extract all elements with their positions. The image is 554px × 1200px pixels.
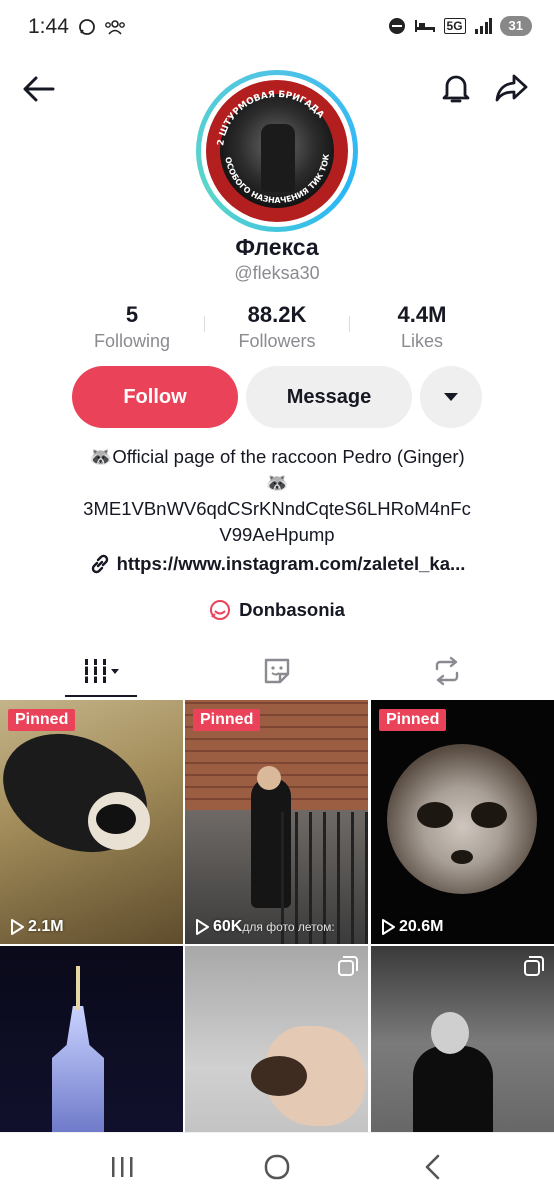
pinned-badge: Pinned — [8, 709, 76, 731]
bio-line: 🦝Official page of the raccoon Pedro (Gin… — [89, 446, 465, 467]
battery-indicator: 31 — [499, 16, 532, 36]
bio-line: 3ME1VBnWV6qdCSrKNndCqteS6LHRoM4nFc — [83, 498, 471, 519]
share-button[interactable] — [492, 68, 532, 108]
likes-count: 4.4M — [397, 302, 447, 327]
community-icon — [210, 600, 231, 620]
recent-apps-button[interactable] — [102, 1151, 142, 1183]
bell-icon — [442, 75, 470, 103]
sleep-bed-icon — [414, 20, 435, 32]
profile-stats: 5 Following 88.2K Followers 4.4M Likes — [60, 302, 494, 352]
play-icon — [382, 919, 395, 935]
tab-stickers[interactable] — [185, 644, 369, 698]
follow-button[interactable]: Follow — [72, 366, 238, 428]
multi-photo-icon — [338, 956, 358, 976]
bio-line: 🦝 — [265, 472, 289, 493]
bio-line: V99AeHpump — [219, 524, 335, 545]
system-back-button[interactable] — [413, 1151, 453, 1183]
network-type: 5G — [443, 18, 466, 34]
display-name: Флекса — [235, 234, 319, 260]
active-tab-indicator — [65, 695, 137, 697]
status-bar: 1:44 5G 31 — [0, 0, 554, 54]
pinned-badge: Pinned — [379, 709, 447, 731]
bio: 🦝Official page of the raccoon Pedro (Gin… — [20, 444, 534, 548]
play-icon — [196, 919, 209, 935]
pinned-badge: Pinned — [193, 709, 261, 731]
chevron-left-icon — [425, 1154, 440, 1180]
notification-button[interactable] — [436, 68, 476, 108]
view-count: 20.6M — [381, 918, 443, 936]
home-button[interactable] — [257, 1151, 297, 1183]
followers-count: 88.2K — [247, 302, 307, 327]
caret-down-icon — [444, 393, 458, 401]
chat-bubble-icon — [79, 19, 95, 35]
suggested-accounts-button[interactable] — [420, 366, 482, 428]
avatar-image: 2 ШТУРМОВАЯ БРИГАДА ОСОБОГО НАЗНАЧЕНИЯ Т… — [206, 80, 348, 222]
signal-icon — [474, 18, 492, 34]
stat-following[interactable]: 5 Following — [60, 302, 204, 352]
back-button[interactable] — [20, 70, 58, 108]
home-circle-icon — [264, 1154, 290, 1180]
community-name: Donbasonia — [239, 599, 345, 620]
tab-videos[interactable] — [10, 644, 194, 698]
followers-label: Followers — [238, 331, 316, 351]
message-button[interactable]: Message — [246, 366, 412, 428]
repost-icon — [435, 656, 459, 686]
system-navigation-bar — [0, 1132, 554, 1200]
profile-tabs — [0, 644, 554, 700]
following-count: 5 — [125, 302, 139, 327]
likes-label: Likes — [400, 331, 444, 351]
recent-apps-icon — [112, 1157, 133, 1177]
svg-text:2 ШТУРМОВАЯ БРИГАДА: 2 ШТУРМОВАЯ БРИГАДА — [216, 90, 325, 146]
group-icon — [105, 20, 125, 35]
video-thumbnail[interactable]: Pinned 20.6M — [371, 700, 554, 944]
share-arrow-icon — [495, 74, 528, 102]
avatar[interactable]: 2 ШТУРМОВАЯ БРИГАДА ОСОБОГО НАЗНАЧЕНИЯ Т… — [196, 70, 358, 232]
sticker-icon — [264, 658, 290, 684]
community-link[interactable]: Donbasonia — [0, 599, 554, 621]
video-thumbnail[interactable]: Pinned 60K для фото летом: — [185, 700, 368, 944]
stat-likes[interactable]: 4.4M Likes — [350, 302, 494, 352]
view-count: 2.1M — [10, 918, 64, 936]
svg-text:ОСОБОГО НАЗНАЧЕНИЯ ТИК ТОК: ОСОБОГО НАЗНАЧЕНИЯ ТИК ТОК — [223, 153, 331, 205]
grid-icon — [83, 659, 119, 683]
profile-link[interactable]: https://www.instagram.com/zaletel_ka... — [0, 553, 554, 575]
status-time: 1:44 — [28, 15, 69, 38]
link-icon — [91, 554, 108, 574]
view-count: 60K для фото летом: — [195, 918, 335, 936]
tab-reposts[interactable] — [355, 644, 539, 698]
avatar-ring-text: 2 ШТУРМОВАЯ БРИГАДА ОСОБОГО НАЗНАЧЕНИЯ Т… — [216, 90, 331, 205]
multi-photo-icon — [524, 956, 544, 976]
arrow-left-icon — [23, 76, 55, 102]
play-icon — [11, 919, 24, 935]
stat-followers[interactable]: 88.2K Followers — [205, 302, 349, 352]
following-label: Following — [93, 331, 171, 351]
username: @fleksa30 — [234, 263, 320, 283]
do-not-disturb-icon — [388, 18, 405, 34]
profile-link-text: https://www.instagram.com/zaletel_ka... — [116, 553, 466, 574]
video-thumbnail[interactable]: Pinned 2.1M — [0, 700, 183, 944]
video-caption: для фото летом: — [242, 920, 335, 934]
